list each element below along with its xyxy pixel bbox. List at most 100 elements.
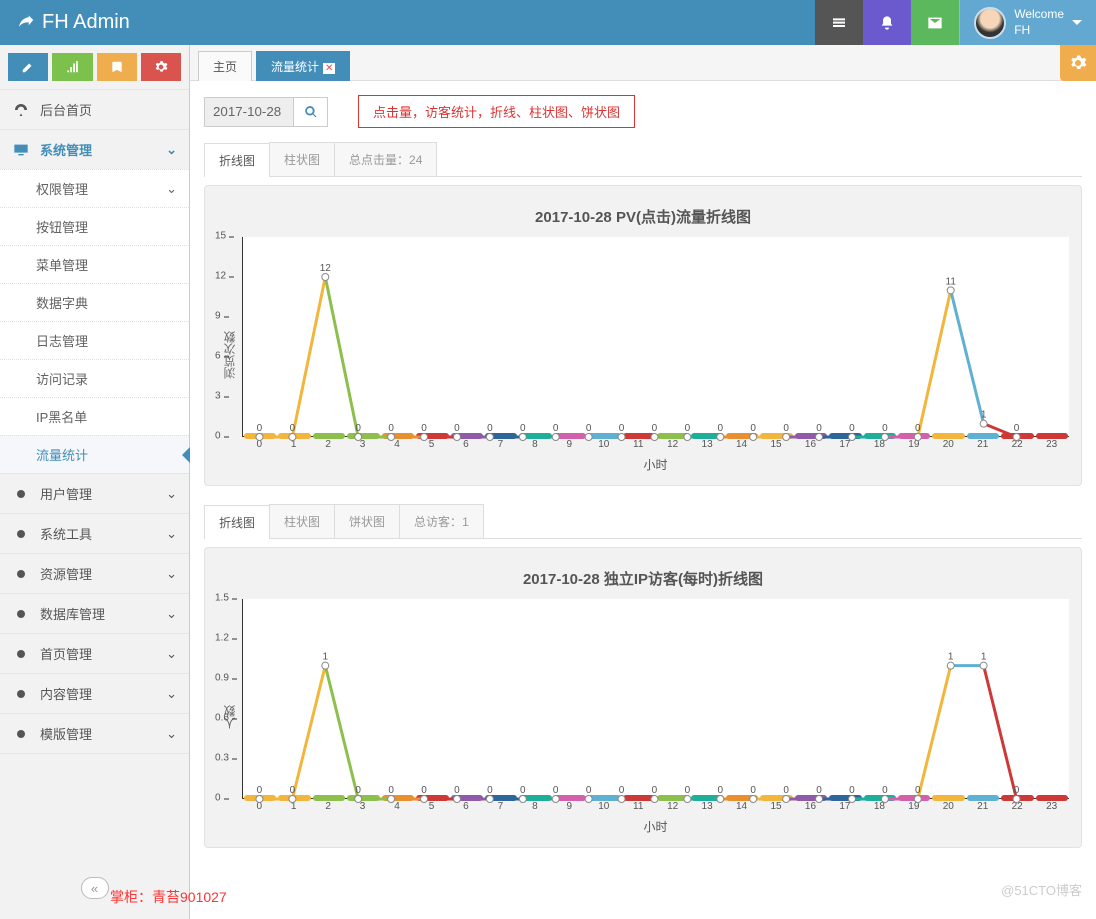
sidebar-subitem[interactable]: IP黑名单	[0, 397, 189, 435]
chevron-down-icon: ⌄	[166, 726, 177, 742]
svg-text:0: 0	[487, 785, 493, 796]
svg-text:0: 0	[783, 423, 789, 434]
sidebar-item[interactable]: 模版管理⌄	[0, 714, 189, 753]
svg-text:0: 0	[718, 423, 724, 434]
chevron-down-icon: ⌄	[166, 142, 177, 158]
svg-text:0: 0	[355, 423, 361, 434]
settings-button[interactable]	[1060, 45, 1096, 81]
svg-text:0: 0	[388, 423, 394, 434]
sidebar: 后台首页 系统管理 ⌄ 权限管理⌄按钮管理菜单管理数据字典日志管理访问记录IP黑…	[0, 45, 190, 919]
footer-note: 掌柜：青苔901027	[110, 887, 227, 907]
sidebar-item-home[interactable]: 后台首页	[0, 90, 189, 129]
svg-text:0: 0	[750, 423, 756, 434]
description-note: 点击量，访客统计，折线、柱状图、饼状图	[358, 95, 635, 128]
svg-text:0: 0	[1014, 785, 1020, 796]
users-icon	[12, 486, 30, 502]
hdd-icon	[12, 606, 30, 622]
svg-text:0: 0	[718, 785, 724, 796]
chevron-down-icon: ⌄	[166, 566, 177, 582]
sidebar-subitem[interactable]: 按钮管理	[0, 207, 189, 245]
sidebar-label: 系统管理	[40, 140, 92, 159]
svg-text:0: 0	[553, 785, 559, 796]
chart1-title: 2017-10-28 PV(点击)流量折线图	[217, 206, 1069, 227]
sidebar-collapse-button[interactable]: «	[81, 877, 109, 899]
sidebar-item[interactable]: 数据库管理⌄	[0, 594, 189, 633]
user-menu[interactable]: Welcome FH	[959, 0, 1096, 45]
chart2-tab-bar[interactable]: 柱状图	[269, 504, 335, 538]
sidebar-item[interactable]: 资源管理⌄	[0, 554, 189, 593]
desktop-icon	[12, 142, 30, 158]
quick-edit-button[interactable]	[8, 53, 48, 81]
main-area: 主页 流量统计✕ 点击量，访客统计，折线、柱状图、饼状图 折线图 柱状图 总点击…	[190, 45, 1096, 919]
tab-stats[interactable]: 流量统计✕	[256, 51, 350, 81]
svg-text:0: 0	[553, 423, 559, 434]
svg-text:0: 0	[619, 785, 625, 796]
svg-text:0: 0	[388, 785, 394, 796]
chart1-tabs: 折线图 柱状图 总点击量：24	[204, 142, 1082, 177]
watermark: @51CTO博客	[1001, 880, 1082, 899]
sidebar-item[interactable]: 用户管理⌄	[0, 474, 189, 513]
brand-title: FH Admin	[42, 11, 130, 34]
tab-home[interactable]: 主页	[198, 51, 252, 81]
chart1-total: 总点击量：24	[334, 142, 437, 176]
sidebar-item-system[interactable]: 系统管理 ⌄	[0, 130, 189, 169]
quick-cog-button[interactable]	[141, 53, 181, 81]
svg-text:0: 0	[915, 423, 921, 434]
chart1: 2017-10-28 PV(点击)流量折线图 浏览次数 036912150012…	[204, 185, 1082, 486]
search-button[interactable]	[294, 97, 328, 127]
chart2-tab-line[interactable]: 折线图	[204, 505, 270, 539]
chart1-tab-bar[interactable]: 柱状图	[269, 142, 335, 176]
svg-text:0: 0	[882, 423, 888, 434]
chart2-title: 2017-10-28 独立IP访客(每时)折线图	[217, 568, 1069, 589]
sidebar-item[interactable]: 首页管理⌄	[0, 634, 189, 673]
svg-text:0: 0	[1014, 423, 1020, 434]
sidebar-subitem[interactable]: 权限管理⌄	[0, 169, 189, 207]
sidebar-subitem[interactable]: 菜单管理	[0, 245, 189, 283]
quick-book-button[interactable]	[97, 53, 137, 81]
tasks-button[interactable]	[815, 0, 863, 45]
svg-text:0: 0	[290, 785, 296, 796]
date-input[interactable]	[204, 97, 294, 127]
quick-buttons	[0, 45, 189, 90]
svg-text:0: 0	[849, 423, 855, 434]
svg-text:0: 0	[750, 785, 756, 796]
dashboard-icon	[12, 102, 30, 118]
close-icon[interactable]: ✕	[323, 63, 335, 74]
sidebar-item[interactable]: 内容管理⌄	[0, 674, 189, 713]
caret-down-icon	[1072, 20, 1082, 30]
svg-text:0: 0	[915, 785, 921, 796]
quick-signal-button[interactable]	[52, 53, 92, 81]
notifications-button[interactable]	[863, 0, 911, 45]
sidebar-subitem[interactable]: 访问记录	[0, 359, 189, 397]
brand: FH Admin	[0, 11, 815, 35]
svg-text:0: 0	[355, 785, 361, 796]
sidebar-subitem[interactable]: 数据字典	[0, 283, 189, 321]
svg-text:1: 1	[981, 652, 987, 663]
svg-text:0: 0	[487, 423, 493, 434]
svg-text:0: 0	[816, 785, 822, 796]
messages-button[interactable]	[911, 0, 959, 45]
sidebar-item[interactable]: 系统工具⌄	[0, 514, 189, 553]
svg-text:0: 0	[290, 423, 296, 434]
chevron-down-icon: ⌄	[166, 686, 177, 702]
chart2-tab-pie[interactable]: 饼状图	[334, 504, 400, 538]
svg-text:0: 0	[783, 785, 789, 796]
svg-text:0: 0	[421, 423, 427, 434]
chart1-tab-line[interactable]: 折线图	[204, 143, 270, 177]
svg-text:0: 0	[882, 785, 888, 796]
globe-icon	[12, 646, 30, 662]
svg-text:0: 0	[685, 785, 691, 796]
svg-text:0: 0	[849, 785, 855, 796]
chart2: 2017-10-28 独立IP访客(每时)折线图 人数 00.30.60.91.…	[204, 547, 1082, 848]
svg-text:12: 12	[320, 263, 332, 274]
sidebar-subitem[interactable]: 流量统计	[0, 435, 189, 473]
svg-text:0: 0	[586, 423, 592, 434]
svg-text:0: 0	[454, 785, 460, 796]
sidebar-subitem[interactable]: 日志管理	[0, 321, 189, 359]
page-tabbar: 主页 流量统计✕	[190, 45, 1096, 81]
svg-text:0: 0	[454, 423, 460, 434]
user-name: FH	[1014, 23, 1064, 39]
chevron-down-icon: ⌄	[166, 526, 177, 542]
svg-text:1: 1	[323, 652, 329, 663]
leaf-icon	[16, 11, 34, 35]
